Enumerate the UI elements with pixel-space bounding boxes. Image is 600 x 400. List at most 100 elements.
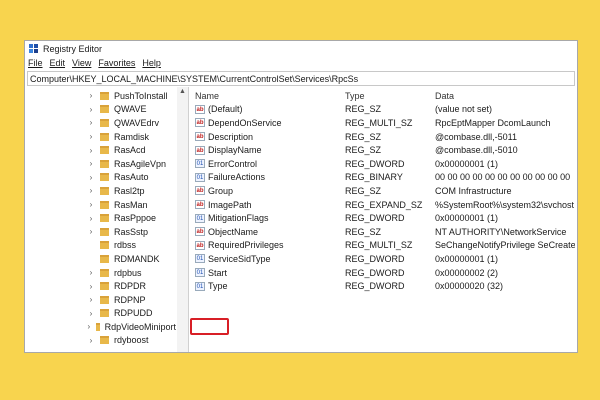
binary-value-icon: 01	[195, 159, 205, 169]
chevron-right-icon[interactable]: ›	[87, 186, 95, 195]
tree-item[interactable]: › QWAVEdrv	[25, 116, 176, 130]
value-row[interactable]: 01 ServiceSidType REG_DWORD 0x00000001 (1)	[189, 252, 577, 266]
value-data: @combase.dll,-5010	[435, 145, 518, 156]
tree-item[interactable]: › RDPUDD	[25, 307, 176, 321]
tree-scrollbar[interactable]: ▲	[177, 87, 188, 352]
tree-item[interactable]: › Rasl2tp	[25, 184, 176, 198]
chevron-right-icon[interactable]: ›	[87, 173, 95, 182]
tree-item[interactable]: › RasAcd	[25, 143, 176, 157]
tree-item-label: RasAgileVpn	[114, 158, 167, 169]
chevron-right-icon[interactable]: ›	[87, 214, 95, 223]
tree-item[interactable]: › QWAVE	[25, 103, 176, 117]
value-row[interactable]: 01 Start REG_DWORD 0x00000002 (2)	[189, 266, 577, 280]
tree-item-label: RDPDR	[114, 281, 147, 292]
menu-file[interactable]: File	[28, 58, 43, 68]
tree-item[interactable]: › RDPNP	[25, 293, 176, 307]
folder-icon	[100, 295, 109, 304]
value-data: SeChangeNotifyPrivilege SeCreate	[435, 240, 575, 251]
value-name: DisplayName	[208, 145, 262, 156]
value-name-cell: 01 ErrorControl	[189, 159, 345, 169]
tree-item[interactable]: › RasPppoe	[25, 211, 176, 225]
value-row[interactable]: ab DisplayName REG_SZ @combase.dll,-5010	[189, 143, 577, 157]
tree-item[interactable]: › PushToInstall	[25, 89, 176, 103]
tree-item[interactable]: › rdyboost	[25, 334, 176, 348]
tree-item[interactable]: › RDPDR	[25, 279, 176, 293]
column-header-name[interactable]: Name	[189, 91, 345, 101]
value-name: MitigationFlags	[208, 213, 269, 224]
tree-item[interactable]: › RasMan	[25, 198, 176, 212]
value-row[interactable]: ab ObjectName REG_SZ NT AUTHORITY\NetworkSe…	[189, 225, 577, 239]
chevron-right-icon[interactable]: ›	[87, 309, 95, 318]
column-header-data[interactable]: Data	[435, 91, 575, 101]
value-row[interactable]: ab Description REG_SZ @combase.dll,-5011	[189, 130, 577, 144]
value-name-cell: ab DependOnService	[189, 118, 345, 128]
window-title: Registry Editor	[43, 43, 103, 54]
value-name-cell: ab DisplayName	[189, 145, 345, 155]
column-header-type[interactable]: Type	[345, 91, 435, 101]
folder-icon	[100, 91, 109, 100]
registry-editor-window: Registry Editor File Edit View Favorites…	[24, 40, 578, 353]
string-value-icon: ab	[195, 145, 205, 155]
value-row[interactable]: 01 ErrorControl REG_DWORD 0x00000001 (1)	[189, 157, 577, 171]
value-name: ImagePath	[208, 199, 252, 210]
chevron-right-icon[interactable]: ›	[87, 105, 95, 114]
chevron-right-icon[interactable]: ›	[87, 91, 95, 100]
values-pane: Name Type Data ab (Default) REG_SZ (value n…	[189, 87, 577, 352]
string-value-icon: ab	[195, 118, 205, 128]
chevron-right-icon[interactable]: ›	[87, 159, 95, 168]
value-row[interactable]: ab RequiredPrivileges REG_MULTI_SZ SeChange…	[189, 239, 577, 253]
menu-help[interactable]: Help	[142, 58, 161, 68]
value-row[interactable]: ab ImagePath REG_EXPAND_SZ %SystemRoot%\sys…	[189, 198, 577, 212]
value-row[interactable]: ab Group REG_SZ COM Infrastructure	[189, 184, 577, 198]
binary-value-icon: 01	[195, 254, 205, 264]
folder-icon	[100, 146, 109, 155]
chevron-right-icon[interactable]: ›	[87, 227, 95, 236]
value-row[interactable]: ab DependOnService REG_MULTI_SZ RpcEptMappe…	[189, 116, 577, 130]
value-row[interactable]: 01 Type REG_DWORD 0x00000020 (32)	[189, 279, 577, 293]
chevron-right-icon[interactable]: ›	[87, 336, 95, 345]
folder-icon	[100, 254, 109, 263]
value-row[interactable]: 01 MitigationFlags REG_DWORD 0x00000001 (1)	[189, 211, 577, 225]
chevron-right-icon[interactable]: ›	[87, 146, 95, 155]
menu-view[interactable]: View	[72, 58, 91, 68]
tree-item[interactable]: ›RDMANDK	[25, 252, 176, 266]
tree-item[interactable]: › rdpbus	[25, 266, 176, 280]
value-row[interactable]: ab (Default) REG_SZ (value not set)	[189, 103, 577, 117]
tree-item[interactable]: › RasSstp	[25, 225, 176, 239]
value-data: 0x00000001 (1)	[435, 253, 499, 264]
start-value-highlight	[190, 318, 229, 335]
menu-favorites[interactable]: Favorites	[98, 58, 135, 68]
value-type: REG_MULTI_SZ	[345, 240, 413, 251]
chevron-right-icon[interactable]: ›	[87, 118, 95, 127]
chevron-right-icon[interactable]: ›	[87, 268, 95, 277]
chevron-right-icon[interactable]: ›	[87, 295, 95, 304]
chevron-right-icon[interactable]: ›	[87, 282, 95, 291]
scroll-up-icon[interactable]: ▲	[177, 88, 188, 95]
value-data: (value not set)	[435, 104, 493, 115]
address-path: Computer\HKEY_LOCAL_MACHINE\SYSTEM\Curre…	[30, 73, 359, 84]
value-name: Type	[208, 281, 228, 292]
tree-item-label: RasPppoe	[114, 213, 157, 224]
value-row[interactable]: 01 FailureActions REG_BINARY 00 00 00 00 00…	[189, 171, 577, 185]
chevron-right-icon[interactable]: ›	[87, 322, 91, 331]
chevron-right-icon[interactable]: ›	[87, 132, 95, 141]
binary-value-icon: 01	[195, 172, 205, 182]
tree-item-label: RasSstp	[114, 226, 149, 237]
tree-item[interactable]: › RasAuto	[25, 171, 176, 185]
tree-item[interactable]: ›rdbss	[25, 239, 176, 253]
value-name-cell: ab RequiredPrivileges	[189, 240, 345, 250]
value-data: %SystemRoot%\system32\svchost	[435, 199, 575, 210]
address-bar[interactable]: Computer\HKEY_LOCAL_MACHINE\SYSTEM\Curre…	[27, 71, 575, 86]
string-value-icon: ab	[195, 132, 205, 142]
tree-item[interactable]: › RdpVideoMiniport	[25, 320, 176, 334]
tree-item[interactable]: › Ramdisk	[25, 130, 176, 144]
string-value-icon: ab	[195, 200, 205, 210]
chevron-right-icon[interactable]: ›	[87, 200, 95, 209]
value-type: REG_DWORD	[345, 253, 405, 264]
value-name-cell: 01 MitigationFlags	[189, 213, 345, 223]
menu-edit[interactable]: Edit	[50, 58, 66, 68]
folder-icon	[100, 132, 109, 141]
title-bar: Registry Editor	[25, 41, 577, 56]
folder-icon	[100, 118, 109, 127]
tree-item[interactable]: › RasAgileVpn	[25, 157, 176, 171]
